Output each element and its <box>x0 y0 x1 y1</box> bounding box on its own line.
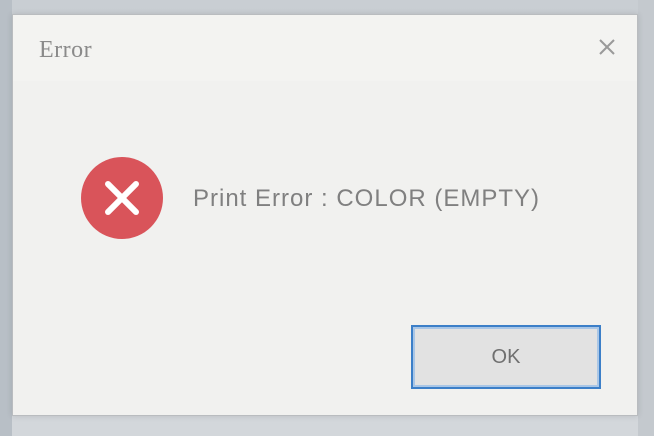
ok-button[interactable]: OK <box>411 325 601 389</box>
close-icon <box>598 38 616 61</box>
backdrop-window-edge <box>638 0 654 436</box>
error-dialog: Error Print Error : COLOR (EMPTY) OK <box>12 14 638 416</box>
backdrop-window-edge <box>0 0 12 436</box>
dialog-titlebar: Error <box>13 15 637 81</box>
error-icon <box>79 155 165 241</box>
close-button[interactable] <box>587 29 627 69</box>
ok-button-label: OK <box>491 345 521 368</box>
dialog-title: Error <box>39 37 93 63</box>
error-message: Print Error : COLOR (EMPTY) <box>193 185 541 212</box>
